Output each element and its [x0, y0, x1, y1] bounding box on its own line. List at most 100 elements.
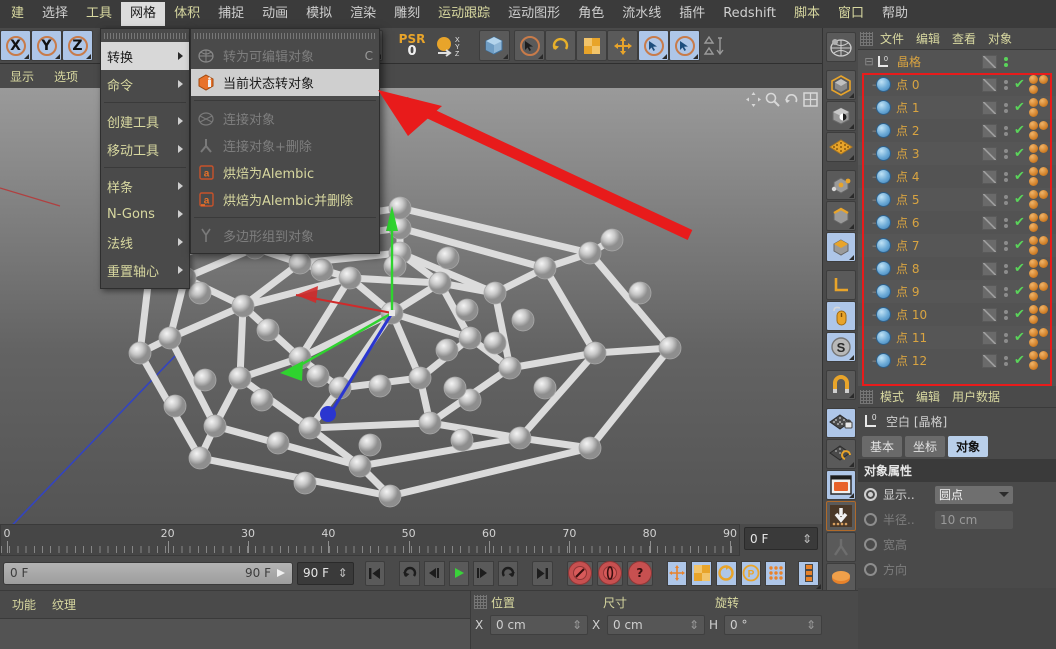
om-menu-object[interactable]: 对象 — [983, 28, 1017, 49]
lock-workplane-icon[interactable] — [825, 408, 856, 438]
layer-swatch-icon[interactable] — [982, 100, 997, 115]
texture-cube-icon[interactable] — [825, 101, 856, 131]
object-row-point[interactable]: — 点 2 ✔ — [858, 119, 1056, 142]
enable-check-icon[interactable]: ✔ — [1014, 123, 1027, 138]
visibility-dots-icon[interactable] — [1002, 332, 1009, 343]
visibility-dots-icon[interactable] — [1002, 355, 1009, 366]
timeline-ruler[interactable]: 0 20 30 40 50 60 70 80 90 — [0, 524, 740, 556]
submenu-item-3[interactable]: 连接对象 — [191, 105, 379, 132]
menu-item-8[interactable]: 法线 — [101, 228, 189, 256]
keyframe-selection-button[interactable] — [798, 560, 820, 586]
step-back-button[interactable] — [423, 560, 445, 586]
object-tags[interactable] — [1027, 121, 1053, 140]
status-tab-texture[interactable]: 纹理 — [46, 594, 82, 615]
convert-submenu[interactable]: 转为可编辑对象 C 当前状态转对象 连接对象 连接对象+删除 a 烘焙为Alembic a 烘焙… — [190, 28, 380, 254]
visibility-dots-icon[interactable] — [1002, 102, 1009, 113]
menu-tearoff-grip[interactable] — [104, 33, 186, 39]
layer-swatch-icon[interactable] — [982, 330, 997, 345]
object-row-point[interactable]: — 点 9 ✔ — [858, 280, 1056, 303]
visibility-dots-icon[interactable] — [1002, 171, 1009, 182]
object-row-point[interactable]: — 点 3 ✔ — [858, 142, 1056, 165]
content-browser-icon[interactable] — [825, 470, 856, 500]
menubar-item-9[interactable]: 雕刻 — [385, 2, 429, 26]
object-tags[interactable] — [1027, 305, 1053, 324]
visibility-dots-icon[interactable] — [1002, 79, 1009, 90]
point-mode-icon[interactable] — [825, 170, 856, 200]
property-combo[interactable]: 圆点 — [935, 485, 1013, 504]
deformer-lattice-icon[interactable] — [825, 32, 856, 62]
object-row-point[interactable]: — 点 8 ✔ — [858, 257, 1056, 280]
property-radio[interactable] — [864, 513, 877, 526]
menubar-item-11[interactable]: 运动图形 — [499, 2, 569, 26]
menubar-item-12[interactable]: 角色 — [569, 2, 613, 26]
rotate-tool-button[interactable] — [545, 30, 576, 61]
visibility-dots-icon[interactable] — [1002, 217, 1009, 228]
viewport-menu-display[interactable]: 显示 — [0, 65, 44, 88]
menu-item-7[interactable]: N-Gons — [101, 200, 189, 228]
visibility-dots-icon[interactable] — [1002, 263, 1009, 274]
menubar-item-1[interactable]: 选择 — [33, 2, 77, 26]
menu-item-1[interactable]: 命令 — [101, 70, 189, 98]
menubar-item-10[interactable]: 运动跟踪 — [429, 2, 499, 26]
object-tags[interactable] — [1027, 190, 1053, 209]
menubar-item-6[interactable]: 动画 — [253, 2, 297, 26]
am-menu-mode[interactable]: 模式 — [875, 386, 909, 407]
panel-grip-icon[interactable] — [860, 31, 873, 46]
material-manager-area[interactable] — [0, 618, 470, 649]
axis-lock-x-button[interactable]: X — [0, 30, 31, 61]
live-select-tool-button[interactable] — [638, 30, 669, 61]
submenu-item-0[interactable]: 转为可编辑对象 C — [191, 42, 379, 69]
visibility-dots-icon[interactable] — [1002, 56, 1009, 67]
layer-swatch-icon[interactable] — [982, 169, 997, 184]
enable-check-icon[interactable]: ✔ — [1014, 353, 1027, 368]
visibility-dots-icon[interactable] — [1002, 309, 1009, 320]
stepper-icon[interactable]: ⇕ — [338, 566, 348, 580]
object-row-point[interactable]: — 点 7 ✔ — [858, 234, 1056, 257]
submenu-tearoff-grip[interactable] — [194, 33, 376, 39]
enable-check-icon[interactable]: ✔ — [1014, 261, 1027, 276]
menubar-item-13[interactable]: 流水线 — [613, 2, 670, 26]
axis-lock-z-button[interactable]: Z — [62, 30, 93, 61]
panel-grip-icon[interactable] — [860, 389, 873, 404]
mesh-menu-dropdown[interactable]: 转换 命令 创建工具 移动工具 样条 N-Gons 法线 重置轴心 — [100, 28, 190, 289]
coord-rotation-h-field[interactable]: 0 ° ⇕ — [724, 615, 822, 635]
scale-snap-icon[interactable]: S — [825, 332, 856, 362]
coord-size-x-field[interactable]: 0 cm ⇕ — [607, 615, 705, 635]
menubar-item-4[interactable]: 体积 — [165, 2, 209, 26]
loop-reverse-button[interactable] — [497, 560, 519, 586]
om-menu-file[interactable]: 文件 — [875, 28, 909, 49]
menu-item-6[interactable]: 样条 — [101, 172, 189, 200]
viewport-zoom-icon[interactable] — [765, 92, 780, 107]
menubar-item-7[interactable]: 模拟 — [297, 2, 341, 26]
object-tags[interactable] — [1027, 213, 1053, 232]
stepper-icon[interactable]: ⇕ — [806, 618, 816, 632]
visibility-dots-icon[interactable] — [1002, 148, 1009, 159]
stepper-icon[interactable]: ⇕ — [802, 532, 812, 546]
keyframe-help-button[interactable]: ? — [626, 560, 653, 586]
viewport-rotate-icon[interactable] — [784, 92, 799, 107]
menu-item-9[interactable]: 重置轴心 — [101, 256, 189, 284]
object-tags[interactable] — [1027, 98, 1053, 117]
menu-item-3[interactable]: 创建工具 — [101, 107, 189, 135]
attribute-tab-0[interactable]: 基本 — [862, 436, 903, 457]
property-radio[interactable] — [864, 488, 877, 501]
workplane-rotate-icon[interactable] — [825, 439, 856, 469]
polygon-mode-icon[interactable] — [825, 232, 856, 262]
key-scale-button[interactable] — [691, 560, 713, 586]
object-tags[interactable] — [1027, 236, 1053, 255]
move-tool-button[interactable] — [607, 30, 638, 61]
stepper-icon[interactable]: ⇕ — [689, 618, 699, 632]
layer-swatch-icon[interactable] — [982, 123, 997, 138]
select-tool-button[interactable] — [514, 30, 545, 61]
enable-check-icon[interactable]: ✔ — [1014, 330, 1027, 345]
menubar-item-16[interactable]: 脚本 — [785, 2, 829, 26]
material-sphere-icon[interactable] — [825, 563, 856, 593]
object-tags[interactable] — [1027, 167, 1053, 186]
magnet-snap-icon[interactable] — [825, 370, 856, 400]
layer-swatch-icon[interactable] — [982, 54, 997, 69]
psr-indicator[interactable]: PSR 0 — [391, 30, 433, 61]
enable-check-icon[interactable]: ✔ — [1014, 192, 1027, 207]
submenu-item-1[interactable]: 当前状态转对象 — [191, 69, 379, 96]
viewport-nav-icons[interactable] — [746, 92, 818, 107]
go-to-end-button[interactable] — [532, 560, 553, 586]
